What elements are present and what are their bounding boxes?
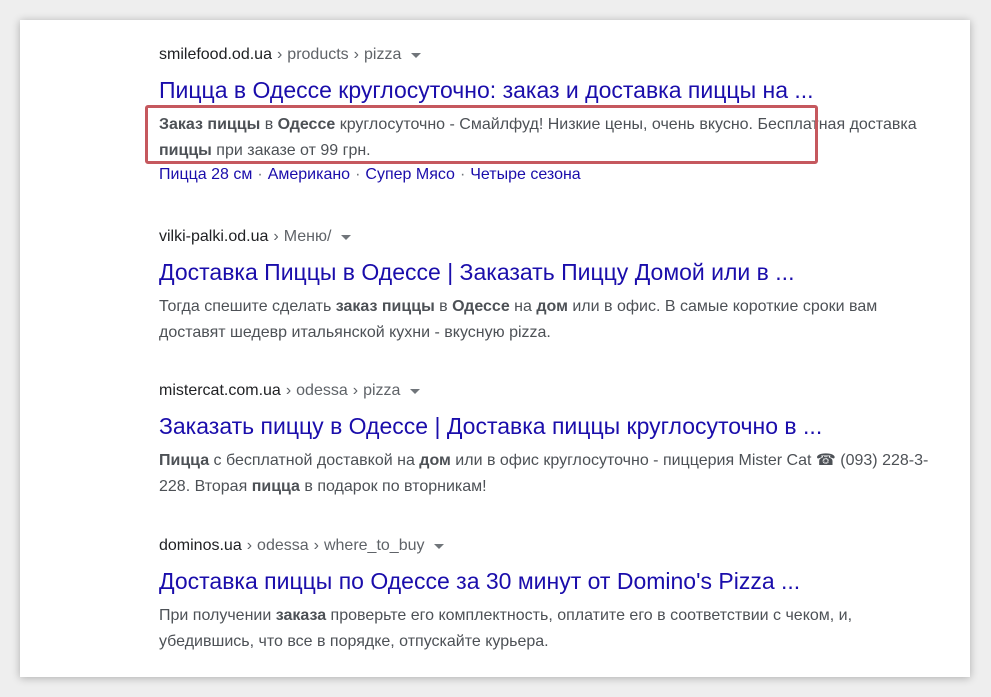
chevron-down-icon[interactable] xyxy=(411,52,422,58)
snippet-bold-fragment: Пицца xyxy=(159,452,210,469)
result-cite: smilefood.od.ua › products › pizza xyxy=(159,45,939,65)
breadcrumb-segment: products xyxy=(287,46,349,63)
snippet-fragment: на xyxy=(509,298,537,315)
snippet-fragment: При получении xyxy=(159,607,276,624)
snippet-bold-fragment: Одессе xyxy=(277,116,336,133)
result-cite: dominos.ua › odessa › where_to_buy xyxy=(159,536,939,556)
result-cite: mistercat.com.ua › odessa › pizza xyxy=(159,381,939,401)
chevron-down-icon[interactable] xyxy=(341,234,352,240)
search-results-card: smilefood.od.ua › products › pizza Пицца… xyxy=(20,20,970,677)
sitelink-pizza-28[interactable]: Пицца 28 см xyxy=(159,166,252,183)
sitelink-super-meat[interactable]: Супер Мясо xyxy=(365,166,455,183)
breadcrumb-segment: pizza xyxy=(364,46,402,63)
result-snippet: При получении заказа проверьте его компл… xyxy=(159,603,939,655)
result-domain: mistercat.com.ua xyxy=(159,382,281,399)
result-title-link[interactable]: Доставка пиццы по Одессе за 30 минут от … xyxy=(159,567,939,595)
result-domain: smilefood.od.ua xyxy=(159,46,272,63)
result-snippet: Заказ пиццы в Одессе круглосуточно - Сма… xyxy=(159,112,939,164)
breadcrumb-segment: odessa xyxy=(296,382,348,399)
breadcrumb-separator: › xyxy=(246,537,253,554)
result-snippet: Пицца с бесплатной доставкой на дом или … xyxy=(159,448,939,500)
breadcrumb-segment: odessa xyxy=(257,537,309,554)
snippet-bold-fragment: заказ пиццы xyxy=(335,298,435,315)
snippet-bold-fragment: дом xyxy=(536,298,568,315)
breadcrumb-separator: › xyxy=(353,46,359,63)
search-result-mistercat: mistercat.com.ua › odessa › pizza Заказа… xyxy=(159,381,939,500)
breadcrumb-segment: pizza xyxy=(363,382,401,399)
result-title-link[interactable]: Пицца в Одессе круглосуточно: заказ и до… xyxy=(159,76,939,104)
result-domain: dominos.ua xyxy=(159,537,242,554)
search-result-smilefood: smilefood.od.ua › products › pizza Пицца… xyxy=(159,45,939,186)
sitelink-separator: · xyxy=(459,166,466,183)
breadcrumb-segment: where_to_buy xyxy=(323,537,425,554)
snippet-bold-fragment: заказа xyxy=(275,607,327,624)
result-cite: vilki-palki.od.ua › Меню/ xyxy=(159,227,939,247)
sitelinks: Пицца 28 см · Американо · Супер Мясо · Четыре … xyxy=(159,164,939,186)
search-result-dominos: dominos.ua › odessa › where_to_buy Доста… xyxy=(159,536,939,655)
snippet-bold-fragment: Одессе xyxy=(452,298,510,315)
sitelink-separator: · xyxy=(257,166,263,183)
snippet-bold-fragment: пицца xyxy=(251,478,300,495)
result-snippet: Тогда спешите сделать заказ пиццы в Одес… xyxy=(159,294,939,346)
breadcrumb-separator: › xyxy=(313,537,319,554)
breadcrumb-separator: › xyxy=(276,46,283,63)
breadcrumb-segment: Меню/ xyxy=(283,228,332,245)
breadcrumb-separator: › xyxy=(285,382,292,399)
snippet-bold-fragment: пиццы xyxy=(159,142,212,159)
snippet-bold-fragment: Заказ пиццы xyxy=(159,116,261,133)
snippet-fragment: при заказе от 99 грн. xyxy=(211,142,371,159)
chevron-down-icon[interactable] xyxy=(434,543,445,549)
snippet-fragment: круглосуточно - Смайлфуд! Низкие цены, о… xyxy=(335,116,917,133)
snippet-fragment: в xyxy=(434,298,453,315)
sitelink-four-seasons[interactable]: Четыре сезона xyxy=(470,166,580,183)
search-result-vilki-palki: vilki-palki.od.ua › Меню/ Доставка Пиццы… xyxy=(159,227,939,346)
snippet-fragment: Тогда спешите сделать xyxy=(159,298,336,315)
snippet-fragment: в подарок по вторникам! xyxy=(299,478,487,495)
breadcrumb-separator: › xyxy=(273,228,279,245)
result-title-link[interactable]: Доставка Пиццы в Одессе | Заказать Пиццу… xyxy=(159,258,939,286)
result-title-link[interactable]: Заказать пиццу в Одессе | Доставка пиццы… xyxy=(159,412,939,440)
snippet-fragment: в xyxy=(260,116,278,133)
snippet-fragment: с бесплатной доставкой на xyxy=(209,452,420,469)
snippet-bold-fragment: дом xyxy=(419,452,451,469)
sitelink-separator: · xyxy=(355,166,361,183)
chevron-down-icon[interactable] xyxy=(410,388,421,394)
sitelink-americano[interactable]: Американо xyxy=(268,166,350,183)
breadcrumb-separator: › xyxy=(352,382,359,399)
result-domain: vilki-palki.od.ua xyxy=(159,228,269,245)
